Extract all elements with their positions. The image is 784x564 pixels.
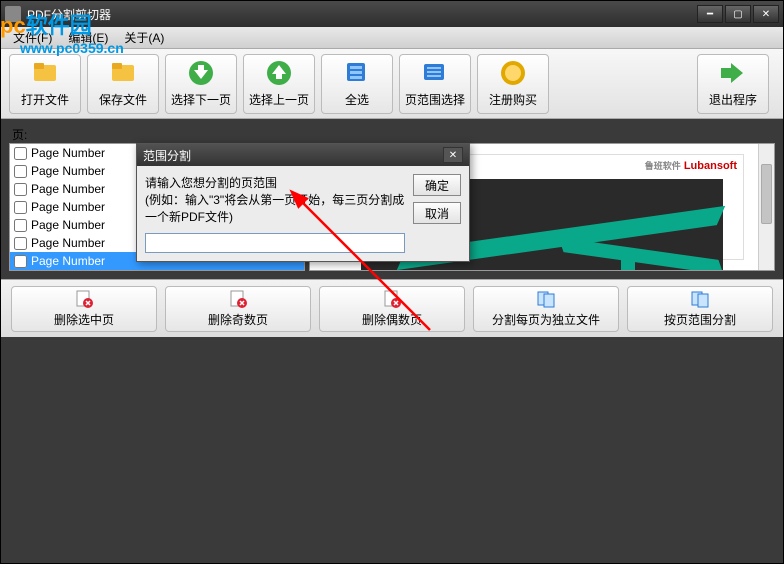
exit-icon — [719, 59, 747, 87]
range-split-dialog: 范围分割 ✕ 请输入您想分割的页范围 (例如：输入"3"将会从第一页开始，每三页… — [136, 143, 470, 262]
page-label: Page Number — [31, 200, 105, 214]
open-file-icon — [31, 59, 59, 87]
close-button[interactable]: ✕ — [753, 5, 779, 23]
app-icon — [5, 6, 21, 22]
split-each-icon — [536, 289, 556, 309]
dialog-message-1: 请输入您想分割的页范围 — [145, 174, 405, 191]
delete-even-label: 删除偶数页 — [362, 311, 422, 328]
select-all-label: 全选 — [345, 91, 369, 108]
brand-logo: Lubansoft — [684, 160, 737, 172]
menu-about[interactable]: 关于(A) — [116, 27, 172, 48]
bottom-toolbar: 删除选中页 删除奇数页 删除偶数页 分割每页为独立文件 按页范围分割 — [1, 279, 783, 337]
vertical-scrollbar[interactable] — [758, 144, 774, 270]
page-checkbox[interactable] — [14, 201, 27, 214]
delete-even-icon — [382, 289, 402, 309]
page-label: Page Number — [31, 182, 105, 196]
arrow-down-icon — [187, 59, 215, 87]
select-all-icon — [343, 59, 371, 87]
open-file-label: 打开文件 — [21, 91, 69, 108]
split-range-button[interactable]: 按页范围分割 — [627, 286, 773, 332]
delete-selected-button[interactable]: 删除选中页 — [11, 286, 157, 332]
window-title: PDF分割剪切器 — [27, 6, 111, 23]
page-label: Page Number — [31, 146, 105, 160]
cancel-button[interactable]: 取消 — [413, 202, 461, 224]
page-checkbox[interactable] — [14, 147, 27, 160]
coin-icon — [499, 59, 527, 87]
split-range-label: 按页范围分割 — [664, 311, 736, 328]
page-checkbox[interactable] — [14, 183, 27, 196]
dialog-titlebar[interactable]: 范围分割 ✕ — [137, 144, 469, 166]
page-label: Page Number — [31, 236, 105, 250]
menu-edit[interactable]: 编辑(E) — [60, 27, 116, 48]
page-range-label: 页范围选择 — [405, 91, 465, 108]
page-label: Page Number — [31, 164, 105, 178]
dialog-message-2: (例如：输入"3"将会从第一页开始，每三页分割成一个新PDF文件) — [145, 191, 405, 225]
delete-odd-button[interactable]: 删除奇数页 — [165, 286, 311, 332]
split-each-label: 分割每页为独立文件 — [492, 311, 600, 328]
page-range-button[interactable]: 页范围选择 — [399, 54, 471, 114]
page-checkbox[interactable] — [14, 255, 27, 268]
delete-odd-label: 删除奇数页 — [208, 311, 268, 328]
delete-selected-icon — [74, 289, 94, 309]
toolbar: 打开文件 保存文件 选择下一页 选择上一页 全选 页范围选择 注册购买 — [1, 49, 783, 119]
register-label: 注册购买 — [489, 91, 537, 108]
page-checkbox[interactable] — [14, 219, 27, 232]
delete-even-button[interactable]: 删除偶数页 — [319, 286, 465, 332]
page-range-icon — [421, 59, 449, 87]
minimize-button[interactable]: ━ — [697, 5, 723, 23]
brand-cn: 鲁班软件 — [645, 161, 681, 171]
range-input[interactable] — [145, 233, 405, 253]
page-checkbox[interactable] — [14, 165, 27, 178]
select-next-button[interactable]: 选择下一页 — [165, 54, 237, 114]
dialog-close-button[interactable]: ✕ — [443, 147, 463, 163]
split-each-button[interactable]: 分割每页为独立文件 — [473, 286, 619, 332]
open-file-button[interactable]: 打开文件 — [9, 54, 81, 114]
menu-file[interactable]: 文件(F) — [5, 27, 60, 48]
page-label: Page Number — [31, 254, 105, 268]
arrow-up-icon — [265, 59, 293, 87]
save-file-icon — [109, 59, 137, 87]
save-file-button[interactable]: 保存文件 — [87, 54, 159, 114]
maximize-button[interactable]: ▢ — [725, 5, 751, 23]
exit-label: 退出程序 — [709, 91, 757, 108]
delete-odd-icon — [228, 289, 248, 309]
select-all-button[interactable]: 全选 — [321, 54, 393, 114]
select-prev-button[interactable]: 选择上一页 — [243, 54, 315, 114]
select-prev-label: 选择上一页 — [249, 91, 309, 108]
delete-selected-label: 删除选中页 — [54, 311, 114, 328]
dialog-title: 范围分割 — [143, 147, 191, 164]
scrollbar-thumb[interactable] — [761, 164, 772, 224]
save-file-label: 保存文件 — [99, 91, 147, 108]
select-next-label: 选择下一页 — [171, 91, 231, 108]
page-label: Page Number — [31, 218, 105, 232]
app-window: PDF分割剪切器 ━ ▢ ✕ 文件(F) 编辑(E) 关于(A) 打开文件 保存… — [0, 0, 784, 564]
split-range-icon — [690, 289, 710, 309]
ok-button[interactable]: 确定 — [413, 174, 461, 196]
exit-button[interactable]: 退出程序 — [697, 54, 769, 114]
page-list-label: 页: — [12, 126, 27, 143]
page-checkbox[interactable] — [14, 237, 27, 250]
menu-bar: 文件(F) 编辑(E) 关于(A) — [1, 27, 783, 49]
register-button[interactable]: 注册购买 — [477, 54, 549, 114]
title-bar: PDF分割剪切器 ━ ▢ ✕ — [1, 1, 783, 27]
